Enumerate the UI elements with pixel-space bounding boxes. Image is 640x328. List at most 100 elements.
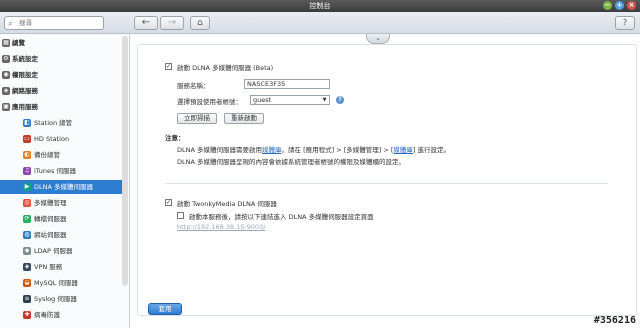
media-library-link[interactable]: 媒體庫 [262, 146, 282, 154]
sidebar-item[interactable]: ▭ HD Station [0, 132, 122, 146]
dlna-enable-label: 啟動 DLNA 多媒體伺服器 (Beta) [177, 64, 274, 72]
note-line-1: DLNA 多媒體伺服器需要啟用媒體庫。請在 [應用程式] > [多媒體管理] >… [177, 144, 450, 154]
sidebar-item[interactable]: ◈ 網路服務 [0, 84, 122, 98]
title-bar: 控制台 − + × [0, 0, 640, 12]
chevron-down-icon: ⌄ [375, 34, 381, 42]
dlna-icon: ▶ [23, 183, 31, 191]
sidebar-item[interactable]: ▣ 應用服務 [0, 100, 122, 114]
back-button[interactable]: ← [134, 16, 158, 30]
sidebar-scrollbar[interactable] [122, 36, 128, 286]
home-button[interactable]: ⌂ [190, 16, 210, 30]
chevron-down-icon: ▼ [322, 97, 327, 103]
mysql-icon: ◒ [23, 279, 31, 287]
twonky-url-link[interactable]: http://192.168.38.15:9000/ [177, 223, 265, 231]
sidebar-item-label: LDAP 伺服器 [34, 247, 73, 255]
note-text: DLNA 多媒體伺服器需要啟用 [177, 146, 263, 154]
sidebar-item[interactable]: ◒ MySQL 伺服器 [0, 276, 122, 290]
sidebar-item-label: 網路服務 [12, 87, 38, 95]
window-controls: − + × [603, 1, 636, 10]
sidebar-item-label: DLNA 多媒體伺服器 [34, 183, 94, 191]
privilege-icon: ◉ [2, 71, 10, 79]
sidebar-item-label: 病毒防護 [34, 311, 60, 319]
sidebar-item-label: Syslog 伺服器 [34, 295, 77, 303]
search-box[interactable]: ⌕ [4, 16, 104, 30]
sidebar-item-label: 轉檔伺服器 [34, 215, 67, 223]
window-title: 控制台 [309, 2, 331, 10]
search-icon: ⌕ [8, 19, 13, 28]
network-icon: ◈ [2, 87, 10, 95]
sidebar-item[interactable]: ▦ 總覽 [0, 36, 122, 50]
sidebar-item[interactable]: ♫ iTunes 伺服器 [0, 164, 122, 178]
sidebar-item-label: 應用服務 [12, 103, 38, 111]
sidebar-item[interactable]: ⟳ 轉檔伺服器 [0, 212, 122, 226]
twonky-hint-label: 啟動本服務後，請按以下連結進入 DLNA 多媒體伺服器設定頁面 [189, 213, 374, 221]
system-settings-icon: ⚙ [2, 55, 10, 63]
nav-buttons: ← → [134, 16, 184, 30]
sidebar-item-label: 多媒體管理 [34, 199, 67, 207]
antivirus-icon: ✚ [23, 311, 31, 319]
sidebar-item-label: 權限設定 [12, 71, 38, 79]
ldap-icon: ◆ [23, 247, 31, 255]
applications-icon: ▣ [2, 103, 10, 111]
twonky-hint-checkbox[interactable] [177, 212, 184, 219]
minimize-icon[interactable]: − [603, 1, 612, 10]
sidebar-item[interactable]: ⚙ 系統設定 [0, 52, 122, 66]
syslog-icon: ≡ [23, 295, 31, 303]
watermark: #356216 [593, 315, 636, 326]
sidebar-item[interactable]: ◉ 權限設定 [0, 68, 122, 82]
station-manager-icon: ◧ [23, 119, 31, 127]
sidebar-item-label: VPN 服務 [34, 263, 63, 271]
maximize-icon[interactable]: + [615, 1, 624, 10]
multimedia-icon: ◎ [23, 199, 31, 207]
backup-icon: ◐ [23, 151, 31, 159]
close-icon[interactable]: × [627, 1, 636, 10]
dlna-enable-checkbox[interactable]: ✓ [165, 63, 172, 70]
sidebar-item[interactable]: ✚ 病毒防護 [0, 308, 122, 322]
sidebar-item-label: MySQL 伺服器 [34, 279, 78, 287]
info-icon[interactable]: ? [336, 96, 344, 104]
sidebar-item-label: 系統設定 [12, 55, 38, 63]
default-user-value: guest [253, 96, 272, 104]
toolbar: ⌕ ← → ⌂ ? [0, 12, 640, 34]
sidebar-item-label: 總覽 [12, 39, 25, 47]
forward-button[interactable]: → [160, 16, 184, 30]
sidebar-item-label: 網站伺服器 [34, 231, 67, 239]
hd-station-icon: ▭ [23, 135, 31, 143]
sidebar-item[interactable]: ◈ VPN 服務 [0, 260, 122, 274]
sidebar-item-label: iTunes 伺服器 [34, 167, 76, 175]
settings-panel [137, 44, 637, 316]
restart-button[interactable]: 重新啟動 [224, 113, 264, 124]
overview-icon: ▦ [2, 39, 10, 47]
section-divider [165, 183, 608, 184]
sidebar-item[interactable]: ▶ DLNA 多媒體伺服器 [0, 180, 122, 194]
sidebar-item-label: Station 總管 [34, 119, 73, 127]
scan-now-button[interactable]: 立即掃描 [177, 113, 217, 124]
default-user-label: 選擇預設使用者帳號： [177, 98, 242, 106]
default-user-select[interactable]: guest ▼ [250, 95, 330, 105]
note-title: 注意： [165, 134, 185, 142]
media-library-link-2[interactable]: 媒體庫 [393, 146, 413, 154]
web-server-icon: ◍ [23, 231, 31, 239]
note-line-2: DLNA 多媒體伺服器呈現的內容會依據系統管理者帳號的權限及媒體櫃的設定。 [177, 158, 406, 166]
service-name-label: 服務名稱： [177, 82, 210, 90]
sidebar-item[interactable]: ◐ 備份總管 [0, 148, 122, 162]
search-input[interactable] [19, 18, 101, 28]
help-button[interactable]: ? [615, 16, 635, 30]
sidebar-item[interactable]: ≡ Syslog 伺服器 [0, 292, 122, 306]
service-name-field[interactable]: NASCE3F35 [244, 79, 330, 89]
sidebar-item[interactable]: ◎ 多媒體管理 [0, 196, 122, 210]
sidebar-item-label: 備份總管 [34, 151, 60, 159]
vpn-icon: ◈ [23, 263, 31, 271]
sidebar: ▦ 總覽 ⚙ 系統設定 ◉ 權限設定 ◈ 網路服務 ▣ 應用服務 ◧ Station 總管 ▭ HD St… [0, 34, 130, 328]
twonky-enable-label: 啟動 TwonkyMedia DLNA 伺服器 [177, 200, 277, 208]
sidebar-item[interactable]: ◧ Station 總管 [0, 116, 122, 130]
itunes-icon: ♫ [23, 167, 31, 175]
sidebar-item[interactable]: ◆ LDAP 伺服器 [0, 244, 122, 258]
apply-button[interactable]: 套用 [148, 303, 182, 315]
collapse-toggle[interactable]: ⌄ [366, 34, 390, 44]
sidebar-item[interactable]: ◍ 網站伺服器 [0, 228, 122, 242]
twonky-enable-checkbox[interactable]: ✓ [165, 199, 172, 206]
note-text: ] 進行設定。 [412, 146, 451, 154]
note-text: 。請在 [應用程式] > [多媒體管理] > [ [281, 146, 394, 154]
transcode-icon: ⟳ [23, 215, 31, 223]
